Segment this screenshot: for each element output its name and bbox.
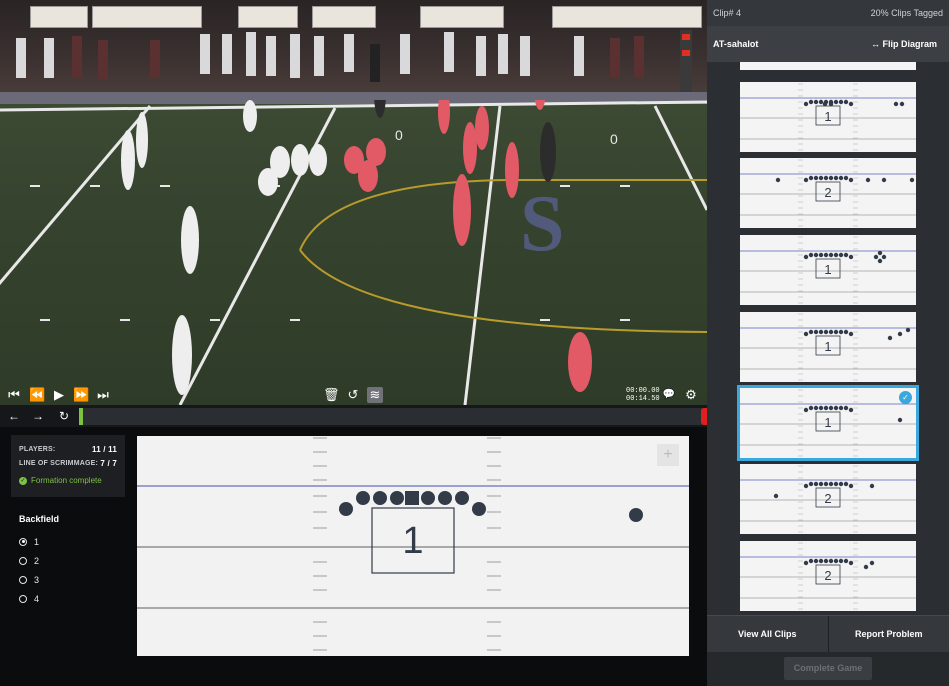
report-problem-button[interactable]: Report Problem: [827, 616, 949, 652]
formation-diagram[interactable]: 1 +: [137, 436, 689, 656]
sidebar-actions: View All Clips Report Problem: [707, 615, 949, 652]
radio-icon[interactable]: [19, 594, 27, 603]
svg-text:1: 1: [824, 339, 831, 354]
telestrate-toggle-icon[interactable]: ≋: [367, 387, 383, 403]
complete-game-area: Complete Game: [707, 652, 949, 686]
thumbnail-diagram: 1: [740, 389, 916, 457]
los-label: LINE OF SCRIMMAGE:: [19, 460, 99, 467]
svg-text:2: 2: [824, 491, 831, 506]
formation-thumbnail[interactable]: 1: [740, 82, 916, 152]
stadium-banner: [238, 6, 298, 28]
skip-forward-button[interactable]: ⏭: [95, 387, 111, 403]
rewind-button[interactable]: ⏪: [29, 387, 45, 403]
formation-thumbnail-list[interactable]: 1 2 1 1 1 ✓ 2 2: [707, 62, 949, 615]
flip-diagram-label: Flip Diagram: [882, 39, 937, 49]
next-clip-button[interactable]: →: [30, 408, 46, 424]
formation-status-panel: PLAYERS: 11 / 11 LINE OF SCRIMMAGE: 7 / …: [11, 435, 125, 497]
flip-icon: ↔: [870, 39, 880, 49]
complete-game-button[interactable]: Complete Game: [784, 657, 872, 680]
players-value: 11 / 11: [92, 445, 117, 454]
backfield-option-1[interactable]: 1: [19, 532, 119, 551]
view-all-clips-button[interactable]: View All Clips: [707, 616, 828, 652]
selected-check-icon: ✓: [899, 391, 912, 404]
formation-thumbnail[interactable]: 1: [740, 312, 916, 382]
timeline-playhead[interactable]: [79, 408, 83, 425]
backfield-option-4[interactable]: 4: [19, 589, 119, 608]
backfield-option-label: 3: [34, 574, 40, 585]
formation-complete-text: Formation complete: [31, 476, 102, 485]
los-row: LINE OF SCRIMMAGE: 7 / 7: [19, 457, 117, 471]
backfield-option-label: 2: [34, 555, 40, 566]
backfield-option-label: 1: [34, 536, 40, 547]
timecode: 00:00.00 00:14.50: [626, 387, 660, 403]
team-name: AT-sahalot: [713, 39, 759, 49]
formation-thumbnail[interactable]: 2: [740, 464, 916, 534]
prev-clip-button[interactable]: ←: [6, 408, 22, 424]
svg-text:1: 1: [824, 109, 831, 124]
los-value: 7 / 7: [100, 459, 117, 468]
backfield-option-2[interactable]: 2: [19, 551, 119, 570]
formation-thumbnail[interactable]: [740, 62, 916, 70]
skip-back-button[interactable]: ⏮: [6, 387, 22, 403]
thumbnail-diagram: 1: [740, 83, 916, 151]
stadium-banner: [30, 6, 88, 28]
radio-icon[interactable]: [19, 575, 27, 584]
refresh-icon[interactable]: ↻: [56, 408, 72, 424]
video-controls: ⏮ ⏪ ▶ ⏩ ⏭ 🗑 ↺ ≋ 00:00.00 00:14.50 💬 ⚙: [0, 385, 707, 405]
backfield-option-3[interactable]: 3: [19, 570, 119, 589]
thumbnail-diagram: 2: [740, 542, 916, 610]
backfield-selector: Backfield 1 2 3 4: [19, 514, 119, 608]
settings-icon[interactable]: ⚙: [683, 387, 699, 403]
thumbnail-diagram: 2: [740, 465, 916, 533]
formation-complete-status: ✓ Formation complete: [19, 476, 117, 485]
players: [121, 100, 592, 395]
comment-icon[interactable]: 💬: [661, 387, 677, 403]
thumbnail-diagram: 1: [740, 236, 916, 304]
video-player[interactable]: S 00 ⏮ ⏪ ▶ ⏩ ⏭ �: [0, 0, 707, 405]
fast-forward-button[interactable]: ⏩: [73, 387, 89, 403]
stadium-banner: [420, 6, 504, 28]
sideline-people: [16, 30, 692, 100]
formation-thumbnail[interactable]: 1 ✓: [737, 385, 919, 461]
formation-thumbnail[interactable]: 1: [740, 235, 916, 305]
thumbnail-diagram: 2: [740, 159, 916, 227]
svg-text:1: 1: [824, 415, 831, 430]
stadium-banner: [92, 6, 202, 28]
formation-number: 1: [402, 520, 423, 562]
time-total: 00:14.50: [626, 395, 660, 403]
formation-thumbnail[interactable]: 2: [740, 158, 916, 228]
clip-sidebar: Clip# 4 20% Clips Tagged AT-sahalot ↔ Fl…: [707, 0, 949, 686]
timeline-track[interactable]: [80, 408, 704, 425]
svg-text:1: 1: [824, 262, 831, 277]
undo-icon[interactable]: ↺: [345, 387, 361, 403]
trash-icon[interactable]: 🗑: [323, 387, 340, 403]
flip-diagram-button[interactable]: ↔ Flip Diagram: [871, 39, 937, 49]
players-label: PLAYERS:: [19, 446, 56, 453]
radio-icon[interactable]: [19, 556, 27, 565]
stadium-banner: [312, 6, 376, 28]
stadium-banner: [552, 6, 702, 28]
clips-tagged: 20% Clips Tagged: [870, 8, 943, 18]
players-row: PLAYERS: 11 / 11: [19, 443, 117, 457]
radio-icon[interactable]: [19, 537, 27, 546]
svg-text:2: 2: [824, 568, 831, 583]
formation-thumbnail[interactable]: 2: [740, 541, 916, 611]
time-current: 00:00.00: [626, 387, 660, 395]
backfield-title: Backfield: [19, 514, 60, 524]
backfield-option-label: 4: [34, 593, 40, 604]
thumbnail-diagram: 1: [740, 313, 916, 381]
diagram-field[interactable]: 1: [137, 436, 689, 656]
sidebar-header: AT-sahalot ↔ Flip Diagram: [707, 26, 949, 62]
svg-text:2: 2: [824, 185, 831, 200]
add-button[interactable]: +: [657, 444, 679, 466]
app: S 00 ⏮ ⏪ ▶ ⏩ ⏭ �: [0, 0, 949, 686]
sidebar-topbar: Clip# 4 20% Clips Tagged: [707, 0, 949, 26]
timeline-bar: ← → ↻: [0, 405, 707, 427]
play-button[interactable]: ▶: [51, 387, 67, 403]
check-circle-icon: ✓: [19, 476, 27, 485]
clip-number: Clip# 4: [713, 8, 742, 18]
